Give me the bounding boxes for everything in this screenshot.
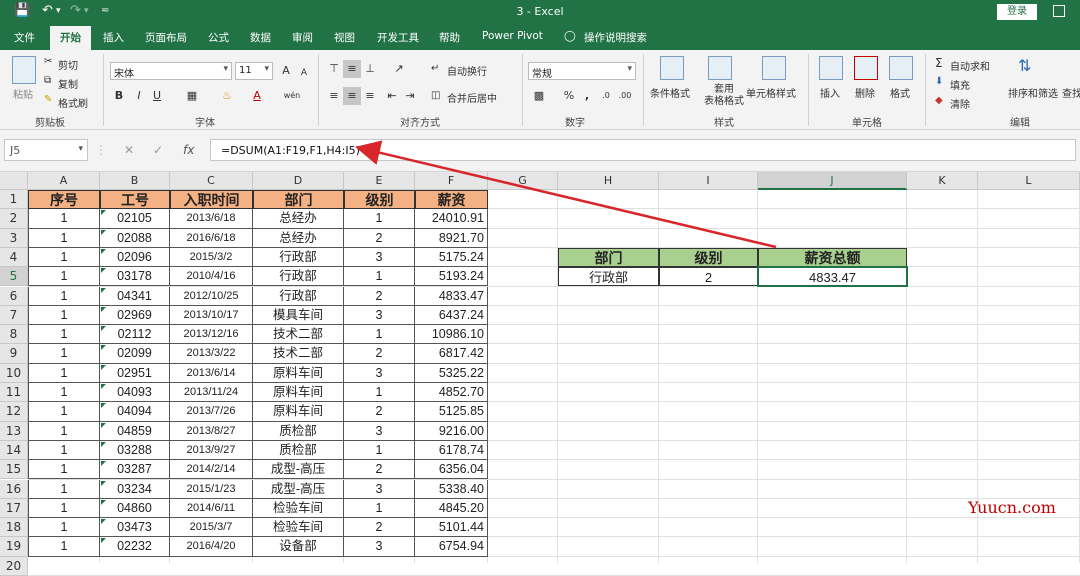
annotation-arrow: [355, 140, 777, 249]
watermark: Yuucn.com: [968, 498, 1056, 517]
